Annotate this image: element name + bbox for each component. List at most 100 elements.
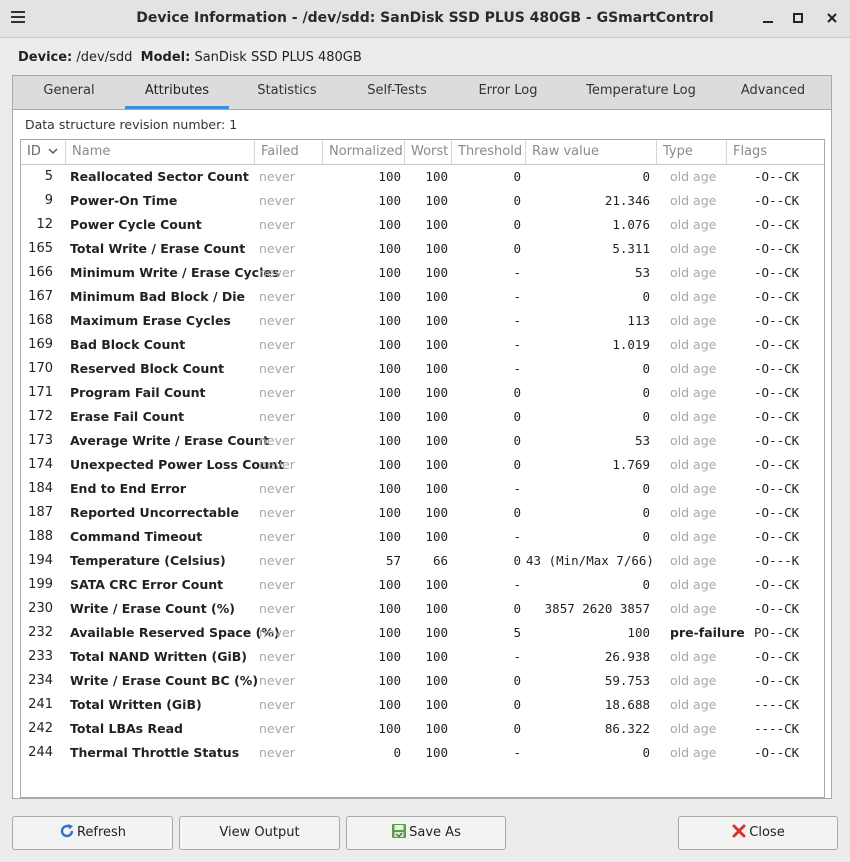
tab-general[interactable]: General <box>13 76 125 109</box>
attribute-id: 167 <box>28 289 53 304</box>
table-row[interactable]: 244 Thermal Throttle Status never 0 100 - 0 old… <box>21 741 824 765</box>
save-icon <box>392 824 407 838</box>
table-row[interactable]: 194 Temperature (Celsius) never 57 66 0 43 (Mi… <box>21 549 824 573</box>
close-button[interactable]: Close <box>678 816 838 850</box>
table-row[interactable]: 232 Available Reserved Space (%) never 100 1… <box>21 621 824 645</box>
table-row[interactable]: 234 Write / Erase Count BC (%) never 100 100… <box>21 669 824 693</box>
attribute-flags: -O--CK <box>754 529 800 544</box>
table-row[interactable]: 174 Unexpected Power Loss Count never 100 10… <box>21 453 824 477</box>
view-output-button[interactable]: View Output <box>179 816 340 850</box>
attribute-normalized: 100 <box>378 361 401 376</box>
table-row[interactable]: 233 Total NAND Written (GiB) never 100 100 - 2… <box>21 645 824 669</box>
attribute-threshold: 0 <box>513 601 521 616</box>
attribute-id: 188 <box>28 529 53 544</box>
attribute-threshold: 0 <box>513 169 521 184</box>
attribute-id: 173 <box>28 433 53 448</box>
attribute-failed: never <box>259 721 295 736</box>
column-header-threshold[interactable]: Threshold <box>452 140 526 164</box>
attribute-failed: never <box>259 385 295 400</box>
table-row[interactable]: 12 Power Cycle Count never 100 100 0 1.076 old … <box>21 213 824 237</box>
column-header-name[interactable]: Name <box>66 140 255 164</box>
tab-error-log[interactable]: Error Log <box>449 76 567 109</box>
table-row[interactable]: 242 Total LBAs Read never 100 100 0 86.322 old … <box>21 717 824 741</box>
attribute-raw-value: 1.076 <box>612 217 650 232</box>
attribute-worst: 100 <box>425 649 448 664</box>
attribute-threshold: 0 <box>513 673 521 688</box>
column-header-raw-value[interactable]: Raw value <box>526 140 657 164</box>
table-row[interactable]: 170 Reserved Block Count never 100 100 - 0 old … <box>21 357 824 381</box>
attribute-flags: -O--CK <box>754 577 800 592</box>
column-header-failed[interactable]: Failed <box>255 140 323 164</box>
table-row[interactable]: 171 Program Fail Count never 100 100 0 0 old ag… <box>21 381 824 405</box>
minimize-icon[interactable] <box>756 6 780 30</box>
table-row[interactable]: 188 Command Timeout never 100 100 - 0 old age -O… <box>21 525 824 549</box>
attribute-type: pre-failure <box>670 625 745 640</box>
table-row[interactable]: 230 Write / Erase Count (%) never 100 100 0 38… <box>21 597 824 621</box>
column-header-normalized[interactable]: Normalized <box>323 140 405 164</box>
table-row[interactable]: 167 Minimum Bad Block / Die never 100 100 - 0 o… <box>21 285 824 309</box>
tab-attributes[interactable]: Attributes <box>125 76 229 109</box>
attribute-name: Bad Block Count <box>70 337 186 352</box>
tab-statistics[interactable]: Statistics <box>229 76 345 109</box>
attribute-flags: -O--CK <box>754 193 800 208</box>
attribute-normalized: 100 <box>378 649 401 664</box>
table-row[interactable]: 165 Total Write / Erase Count never 100 100 0… <box>21 237 824 261</box>
column-header-flags[interactable]: Flags <box>727 140 824 164</box>
attribute-normalized: 100 <box>378 529 401 544</box>
attribute-id: 166 <box>28 265 53 280</box>
attribute-id: 169 <box>28 337 53 352</box>
attributes-table[interactable]: ID Name Failed Normalized Worst Threshol… <box>20 139 825 798</box>
attribute-flags: -O--CK <box>754 217 800 232</box>
device-info-line: Device: /dev/sdd Model: SanDisk SSD PLUS… <box>18 50 362 65</box>
attribute-raw-value: 53 <box>634 265 650 280</box>
attribute-worst: 100 <box>425 217 448 232</box>
tab-advanced[interactable]: Advanced <box>715 76 831 109</box>
attribute-type: old age <box>670 241 717 256</box>
table-row[interactable]: 241 Total Written (GiB) never 100 100 0 18.688… <box>21 693 824 717</box>
table-row[interactable]: 169 Bad Block Count never 100 100 - 1.019 old a… <box>21 333 824 357</box>
table-row[interactable]: 187 Reported Uncorrectable never 100 100 0 0 ol… <box>21 501 824 525</box>
tab-self-tests[interactable]: Self-Tests <box>345 76 449 109</box>
attribute-threshold: 0 <box>513 385 521 400</box>
table-row[interactable]: 173 Average Write / Erase Count never 100 10… <box>21 429 824 453</box>
attribute-id: 187 <box>28 505 53 520</box>
attribute-name: Power Cycle Count <box>70 217 202 232</box>
column-header-worst[interactable]: Worst <box>405 140 452 164</box>
attribute-worst: 100 <box>425 193 448 208</box>
attribute-normalized: 100 <box>378 481 401 496</box>
save-as-button[interactable]: Save As <box>346 816 506 850</box>
table-row[interactable]: 199 SATA CRC Error Count never 100 100 - 0 old … <box>21 573 824 597</box>
attribute-normalized: 100 <box>378 505 401 520</box>
attribute-threshold: 0 <box>513 697 521 712</box>
column-header-id-label: ID <box>27 144 41 159</box>
attribute-name: Reserved Block Count <box>70 361 225 376</box>
view-output-button-label: View Output <box>219 825 300 840</box>
attribute-flags: -O---K <box>754 553 800 568</box>
column-header-id[interactable]: ID <box>21 140 66 164</box>
table-row[interactable]: 5 Reallocated Sector Count never 100 100 0 0 ol… <box>21 165 824 189</box>
attribute-name: Thermal Throttle Status <box>70 745 240 760</box>
tab-temperature-log[interactable]: Temperature Log <box>567 76 715 109</box>
attribute-flags: ----CK <box>754 697 800 712</box>
attribute-id: 194 <box>28 553 53 568</box>
attribute-normalized: 100 <box>378 457 401 472</box>
table-row[interactable]: 184 End to End Error never 100 100 - 0 old age -… <box>21 477 824 501</box>
table-row[interactable]: 172 Erase Fail Count never 100 100 0 0 old age -… <box>21 405 824 429</box>
attribute-normalized: 100 <box>378 625 401 640</box>
attribute-normalized: 0 <box>393 745 401 760</box>
attribute-flags: -O--CK <box>754 481 800 496</box>
attribute-flags: -O--CK <box>754 505 800 520</box>
attribute-failed: never <box>259 289 295 304</box>
attribute-raw-value: 43 (Min/Max 7/66) <box>526 553 654 568</box>
table-row[interactable]: 9 Power-On Time never 100 100 0 21.346 old age -… <box>21 189 824 213</box>
attribute-failed: never <box>259 241 295 256</box>
table-row[interactable]: 168 Maximum Erase Cycles never 100 100 - 113 ol… <box>21 309 824 333</box>
column-header-type[interactable]: Type <box>657 140 727 164</box>
attribute-raw-value: 18.688 <box>604 697 650 712</box>
table-row[interactable]: 166 Minimum Write / Erase Cycles never 100 1… <box>21 261 824 285</box>
refresh-button[interactable]: Refresh <box>12 816 173 850</box>
attribute-normalized: 100 <box>378 313 401 328</box>
close-icon[interactable] <box>820 6 844 30</box>
tab-notebook: General Attributes Statistics Self-Tests… <box>12 75 832 799</box>
maximize-icon[interactable] <box>786 6 810 30</box>
